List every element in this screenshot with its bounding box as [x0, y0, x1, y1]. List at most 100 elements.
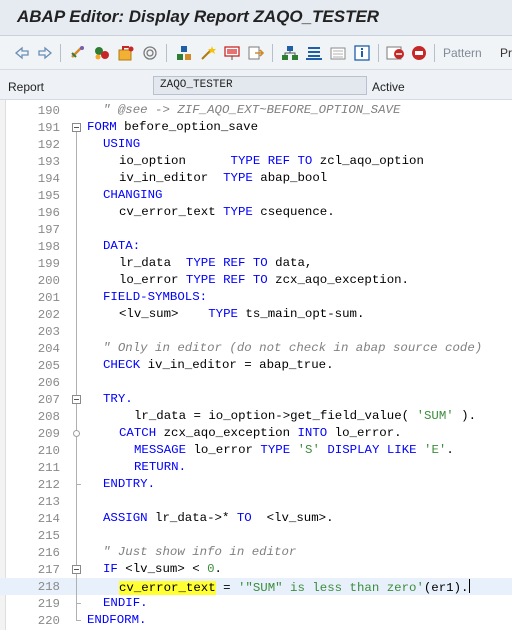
- application-toolbar: Pattern Pr: [0, 36, 512, 70]
- session-breakpoint-icon[interactable]: [410, 43, 430, 63]
- line-number: 192: [37, 138, 60, 152]
- code-line: 201 FIELD-SYMBOLS:: [0, 289, 512, 306]
- code-line: 213: [0, 493, 512, 510]
- line-number: 215: [37, 529, 60, 543]
- title-bar: ABAP Editor: Display Report ZAQO_TESTER: [0, 0, 512, 36]
- code-line: 195 CHANGING: [0, 187, 512, 204]
- code-line: 219 ENDIF.: [0, 595, 512, 612]
- code-line: 209 CATCH zcx_aqo_exception INTO lo_erro…: [0, 425, 512, 442]
- line-number: 190: [37, 104, 60, 118]
- code-text: DATA:: [103, 239, 141, 253]
- window-title: ABAP Editor: Display Report ZAQO_TESTER: [17, 7, 380, 26]
- line-number: 209: [37, 427, 60, 441]
- code-text: ENDIF.: [103, 596, 148, 610]
- highlighted-variable: cv_error_text: [119, 581, 216, 595]
- code-text: " Only in editor (do not check in abap s…: [103, 341, 483, 355]
- code-text: RETURN.: [134, 460, 187, 474]
- code-line: 211 RETURN.: [0, 459, 512, 476]
- code-line: 208 lr_data = io_option->get_field_value…: [0, 408, 512, 425]
- code-line: 200 lo_error TYPE REF TO zcx_aqo_excepti…: [0, 272, 512, 289]
- code-line: 206: [0, 374, 512, 391]
- line-number: 195: [37, 189, 60, 203]
- line-number: 201: [37, 291, 60, 305]
- code-text: " Just show info in editor: [103, 545, 297, 559]
- line-number: 205: [37, 359, 60, 373]
- line-number: 210: [37, 444, 60, 458]
- other-object-icon[interactable]: [68, 43, 88, 63]
- line-number: 219: [37, 597, 60, 611]
- report-label: Report: [8, 80, 45, 94]
- pretty-printer-button[interactable]: Pr: [500, 46, 512, 60]
- display-object-list-icon[interactable]: [328, 43, 348, 63]
- breakpoint-icon[interactable]: [386, 43, 406, 63]
- toolbar-separator: [434, 44, 435, 62]
- code-line: 197: [0, 221, 512, 238]
- code-text: " @see -> ZIF_AQO_EXT~BEFORE_OPTION_SAVE: [103, 103, 401, 117]
- object-list-icon[interactable]: [222, 43, 242, 63]
- line-number: 204: [37, 342, 60, 356]
- activate-icon[interactable]: [116, 43, 136, 63]
- line-number: 216: [37, 546, 60, 560]
- code-text: ENDFORM.: [87, 613, 147, 627]
- line-number: 208: [37, 410, 60, 424]
- fold-toggle[interactable]: [71, 561, 83, 578]
- fold-marker: [71, 102, 83, 119]
- fold-toggle[interactable]: [71, 119, 83, 136]
- code-line: 190 " @see -> ZIF_AQO_EXT~BEFORE_OPTION_…: [0, 102, 512, 119]
- code-line-current[interactable]: 218 cv_error_text = '"SUM" is less than …: [0, 578, 512, 595]
- toolbar-separator: [166, 44, 167, 62]
- code-text: FIELD-SYMBOLS:: [103, 290, 208, 304]
- line-number: 214: [37, 512, 60, 526]
- line-number: 196: [37, 206, 60, 220]
- code-line: 191 FORM before_option_save: [0, 119, 512, 136]
- where-used-icon[interactable]: [174, 43, 194, 63]
- toolbar-separator: [60, 44, 61, 62]
- line-number: 207: [37, 393, 60, 407]
- code-line: 217 IF <lv_sum> < 0.: [0, 561, 512, 578]
- wizard-icon[interactable]: [198, 43, 218, 63]
- line-number: 213: [37, 495, 60, 509]
- check-icon[interactable]: [92, 43, 112, 63]
- back-arrow-icon[interactable]: [12, 43, 32, 63]
- test-icon[interactable]: [140, 43, 160, 63]
- hierarchy-icon[interactable]: [280, 43, 300, 63]
- code-line: 196 cv_error_text TYPE csequence.: [0, 204, 512, 221]
- navigation-window-icon[interactable]: [246, 43, 266, 63]
- code-line: 203: [0, 323, 512, 340]
- code-line: 216 " Just show info in editor: [0, 544, 512, 561]
- line-number: 218: [37, 580, 60, 594]
- line-number: 206: [37, 376, 60, 390]
- code-text: TRY.: [103, 392, 133, 406]
- fold-toggle[interactable]: [71, 391, 83, 408]
- line-number: 191: [37, 121, 60, 135]
- line-number: 220: [37, 614, 60, 628]
- code-line: 214 ASSIGN lr_data->* TO <lv_sum>.: [0, 510, 512, 527]
- code-line: 220 ENDFORM.: [0, 612, 512, 629]
- code-editor[interactable]: 190 " @see -> ZIF_AQO_EXT~BEFORE_OPTION_…: [0, 100, 512, 630]
- code-text: ENDTRY.: [103, 477, 156, 491]
- code-line: 194 iv_in_editor TYPE abap_bool: [0, 170, 512, 187]
- code-line: 193 io_option TYPE REF TO zcl_aqo_option: [0, 153, 512, 170]
- status-text: Active: [372, 80, 405, 94]
- pattern-button[interactable]: Pattern: [443, 46, 482, 60]
- line-number: 202: [37, 308, 60, 322]
- line-number: 200: [37, 274, 60, 288]
- line-number: 211: [37, 461, 60, 475]
- line-number: 193: [37, 155, 60, 169]
- line-number: 197: [37, 223, 60, 237]
- code-line: 192 USING: [0, 136, 512, 153]
- code-line: 198 DATA:: [0, 238, 512, 255]
- line-number: 203: [37, 325, 60, 339]
- code-line: 215: [0, 527, 512, 544]
- line-number: 198: [37, 240, 60, 254]
- forward-arrow-icon[interactable]: [35, 43, 55, 63]
- help-icon[interactable]: [352, 43, 372, 63]
- line-number: 212: [37, 478, 60, 492]
- line-number: 217: [37, 563, 60, 577]
- code-line: 210 MESSAGE lo_error TYPE 'S' DISPLAY LI…: [0, 442, 512, 459]
- report-name-field[interactable]: ZAQO_TESTER: [153, 76, 367, 95]
- program-header: Report ZAQO_TESTER Active: [0, 70, 512, 100]
- toolbar-separator: [378, 44, 379, 62]
- pattern-icon[interactable]: [304, 43, 324, 63]
- code-text: CHANGING: [103, 188, 163, 202]
